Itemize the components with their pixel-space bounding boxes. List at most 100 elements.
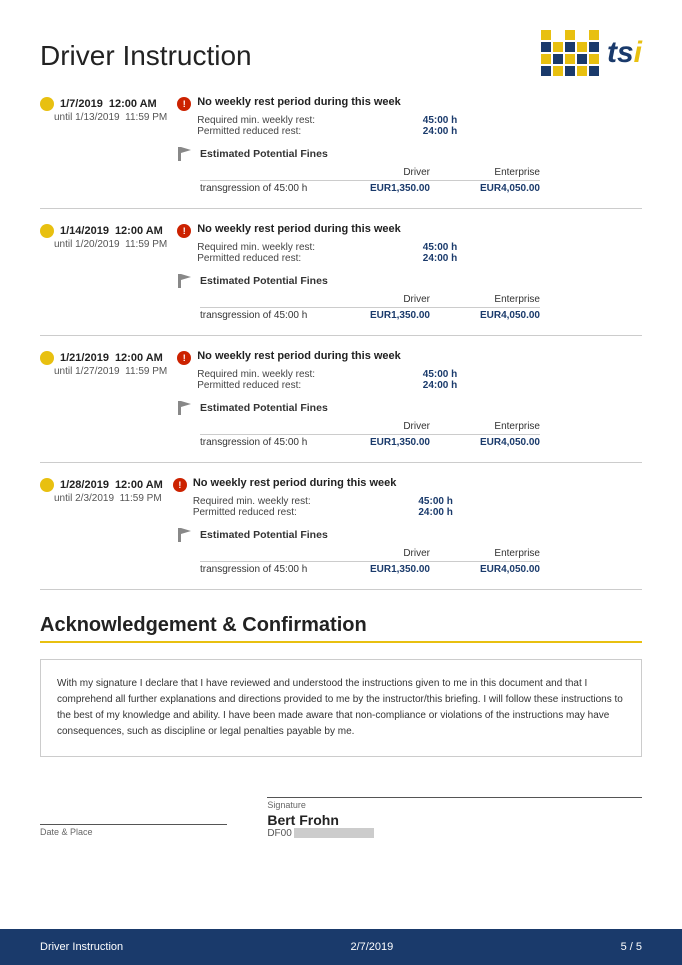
acknowledgement-text: With my signature I declare that I have …	[40, 659, 642, 757]
violation-info-3: ! No weekly rest period during this week…	[177, 350, 642, 391]
violation-info-2: ! No weekly rest period during this week…	[177, 223, 642, 264]
violation-header-4: 1/28/2019 12:00 AM until 2/3/2019 11:59 …	[40, 477, 642, 518]
fines-title-1: Estimated Potential Fines	[200, 148, 328, 160]
detail-row-4-1: Required min. weekly rest: 45:00 h	[193, 496, 453, 507]
info-icon-3: !	[177, 351, 191, 365]
fines-row-3: transgression of 45:00 h EUR1,350.00 EUR…	[200, 434, 540, 448]
fines-driver-2: EUR1,350.00	[330, 310, 430, 321]
bullet-icon-4	[40, 478, 54, 492]
footer: Driver Instruction 2/7/2019 5 / 5	[0, 929, 682, 965]
date-until-2: until 1/20/2019 11:59 PM	[40, 239, 167, 250]
info-icon-4: !	[173, 478, 187, 492]
fines-flag-icon-3	[176, 399, 194, 417]
detail-label-1-2: Permitted reduced rest:	[197, 126, 301, 137]
violations-container: 1/7/2019 12:00 AM until 1/13/2019 11:59 …	[40, 96, 642, 590]
detail-row-1-2: Permitted reduced rest: 24:00 h	[197, 126, 457, 137]
bullet-icon-3	[40, 351, 54, 365]
detail-value-4-2: 24:00 h	[418, 507, 452, 518]
detail-label-4-2: Permitted reduced rest:	[193, 507, 297, 518]
fines-section-4: Estimated Potential Fines Driver Enterpr…	[176, 526, 642, 575]
fines-title-3: Estimated Potential Fines	[200, 402, 328, 414]
violation-details-4: Required min. weekly rest: 45:00 h Permi…	[193, 496, 642, 518]
violation-info-4: ! No weekly rest period during this week…	[173, 477, 642, 518]
fines-header-4: Estimated Potential Fines	[176, 526, 642, 544]
fines-row-label-4: transgression of 45:00 h	[200, 564, 330, 575]
fines-col-driver-header-4: Driver	[330, 548, 430, 559]
fines-header-3: Estimated Potential Fines	[176, 399, 642, 417]
bullet-icon-2	[40, 224, 54, 238]
date-start-4: 1/28/2019	[60, 479, 109, 491]
footer-center: 2/7/2019	[350, 941, 393, 953]
violation-title-3: No weekly rest period during this week	[197, 350, 401, 362]
fines-driver-3: EUR1,350.00	[330, 437, 430, 448]
logo-grid-icon	[541, 30, 599, 76]
violation-title-2: No weekly rest period during this week	[197, 223, 401, 235]
fines-driver-4: EUR1,350.00	[330, 564, 430, 575]
date-until-3: until 1/27/2019 11:59 PM	[40, 366, 167, 377]
fines-flag-icon-4	[176, 526, 194, 544]
fines-row-1: transgression of 45:00 h EUR1,350.00 EUR…	[200, 180, 540, 194]
fines-header-1: Estimated Potential Fines	[176, 145, 642, 163]
bullet-icon-1	[40, 97, 54, 111]
detail-value-3-2: 24:00 h	[423, 380, 457, 391]
time-start-1: 12:00 AM	[109, 98, 157, 110]
date-range-4: 1/28/2019 12:00 AM until 2/3/2019 11:59 …	[40, 477, 163, 504]
detail-label-2-1: Required min. weekly rest:	[197, 242, 315, 253]
fines-row-label-2: transgression of 45:00 h	[200, 310, 330, 321]
date-until-1: until 1/13/2019 11:59 PM	[40, 112, 167, 123]
detail-value-2-2: 24:00 h	[423, 253, 457, 264]
signer-id: DF00	[267, 828, 642, 839]
time-start-2: 12:00 AM	[115, 225, 163, 237]
violation-header-2: 1/14/2019 12:00 AM until 1/20/2019 11:59…	[40, 223, 642, 264]
signer-name: Bert Frohn	[267, 812, 642, 828]
fines-driver-1: EUR1,350.00	[330, 183, 430, 194]
date-start-3: 1/21/2019	[60, 352, 109, 364]
page-title: Driver Instruction	[40, 40, 252, 72]
date-place-label: Date & Place	[40, 824, 227, 837]
fines-col-driver-header-2: Driver	[330, 294, 430, 305]
detail-label-3-1: Required min. weekly rest:	[197, 369, 315, 380]
fines-col-enterprise-header-4: Enterprise	[430, 548, 540, 559]
violation-title-1: No weekly rest period during this week	[197, 96, 401, 108]
fines-table-2: Driver Enterprise transgression of 45:00…	[200, 294, 540, 321]
violation-block-1: 1/7/2019 12:00 AM until 1/13/2019 11:59 …	[40, 96, 642, 209]
fines-table-3: Driver Enterprise transgression of 45:00…	[200, 421, 540, 448]
page-content: Driver Instruction tsi	[0, 0, 682, 919]
fines-col-driver-header-3: Driver	[330, 421, 430, 432]
detail-row-2-1: Required min. weekly rest: 45:00 h	[197, 242, 457, 253]
detail-row-4-2: Permitted reduced rest: 24:00 h	[193, 507, 453, 518]
fines-flag-icon-1	[176, 145, 194, 163]
violation-details-3: Required min. weekly rest: 45:00 h Permi…	[197, 369, 642, 391]
detail-value-1-1: 45:00 h	[423, 115, 457, 126]
fines-section-1: Estimated Potential Fines Driver Enterpr…	[176, 145, 642, 194]
fines-title-2: Estimated Potential Fines	[200, 275, 328, 287]
detail-label-3-2: Permitted reduced rest:	[197, 380, 301, 391]
violation-block-2: 1/14/2019 12:00 AM until 1/20/2019 11:59…	[40, 223, 642, 336]
violation-block-3: 1/21/2019 12:00 AM until 1/27/2019 11:59…	[40, 350, 642, 463]
date-start-1: 1/7/2019	[60, 98, 103, 110]
fines-enterprise-2: EUR4,050.00	[430, 310, 540, 321]
detail-label-1-1: Required min. weekly rest:	[197, 115, 315, 126]
violation-details-2: Required min. weekly rest: 45:00 h Permi…	[197, 242, 642, 264]
fines-section-3: Estimated Potential Fines Driver Enterpr…	[176, 399, 642, 448]
detail-value-4-1: 45:00 h	[418, 496, 452, 507]
fines-enterprise-4: EUR4,050.00	[430, 564, 540, 575]
fines-enterprise-1: EUR4,050.00	[430, 183, 540, 194]
acknowledgement-section: Acknowledgement & Confirmation With my s…	[40, 614, 642, 839]
detail-value-3-1: 45:00 h	[423, 369, 457, 380]
footer-left: Driver Instruction	[40, 941, 123, 953]
signer-id-redacted	[294, 828, 374, 838]
fines-row-label-3: transgression of 45:00 h	[200, 437, 330, 448]
fines-table-4: Driver Enterprise transgression of 45:00…	[200, 548, 540, 575]
detail-label-2-2: Permitted reduced rest:	[197, 253, 301, 264]
fines-row-label-1: transgression of 45:00 h	[200, 183, 330, 194]
date-range-3: 1/21/2019 12:00 AM until 1/27/2019 11:59…	[40, 350, 167, 377]
violation-details-1: Required min. weekly rest: 45:00 h Permi…	[197, 115, 642, 137]
date-range-2: 1/14/2019 12:00 AM until 1/20/2019 11:59…	[40, 223, 167, 250]
fines-row-2: transgression of 45:00 h EUR1,350.00 EUR…	[200, 307, 540, 321]
fines-section-2: Estimated Potential Fines Driver Enterpr…	[176, 272, 642, 321]
header: Driver Instruction tsi	[40, 30, 642, 76]
detail-value-2-1: 45:00 h	[423, 242, 457, 253]
footer-right: 5 / 5	[621, 941, 642, 953]
violation-block-4: 1/28/2019 12:00 AM until 2/3/2019 11:59 …	[40, 477, 642, 590]
